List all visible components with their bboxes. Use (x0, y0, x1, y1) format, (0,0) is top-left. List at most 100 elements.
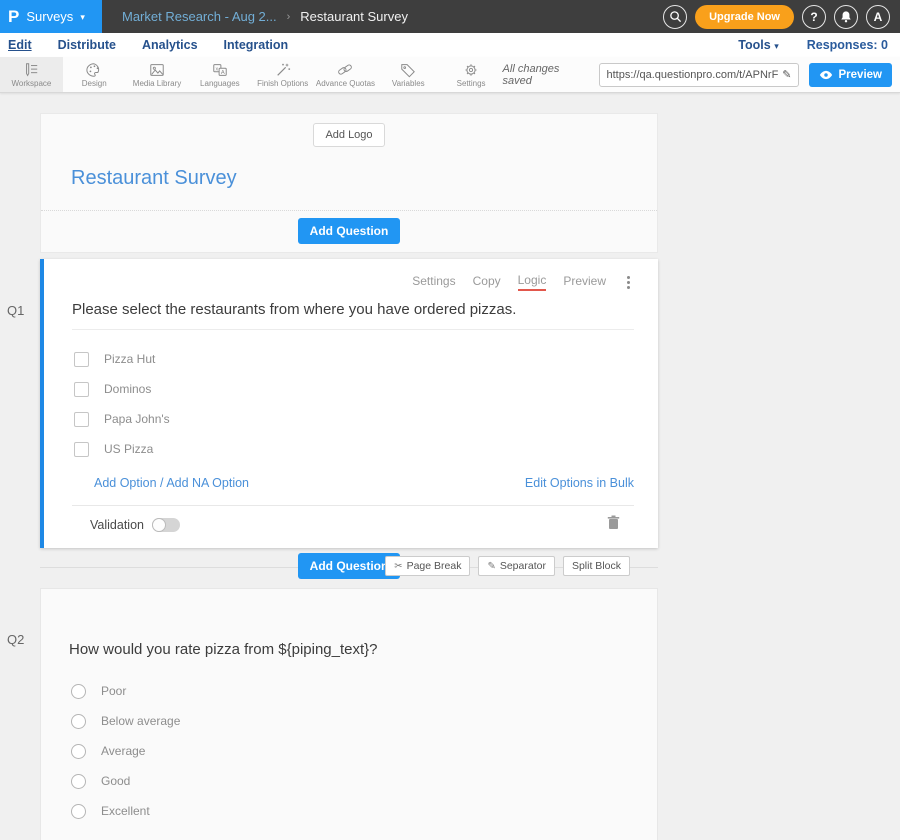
edit-url-icon[interactable]: ✎ (782, 68, 791, 81)
q1-preview-link[interactable]: Preview (563, 274, 606, 290)
q1-option-label[interactable]: Papa John's (104, 412, 170, 426)
toolbar-item-variables[interactable]: Variables (377, 57, 440, 92)
checkbox-icon[interactable] (74, 412, 89, 427)
toolbar-item-finish-options[interactable]: Finish Options (251, 57, 314, 92)
q2-option-row[interactable]: Average (71, 736, 633, 766)
bell-icon (840, 10, 852, 23)
q2-option-row[interactable]: Below average (71, 706, 633, 736)
toolbar-item-media-library[interactable]: Media Library (126, 57, 189, 92)
q2-option-label[interactable]: Average (101, 744, 145, 758)
separator-label: Separator (500, 560, 546, 572)
q1-option-row[interactable]: Papa John's (74, 404, 634, 434)
toolbar-label: Variables (392, 79, 425, 88)
q1-option-label[interactable]: US Pizza (104, 442, 153, 456)
add-option-link[interactable]: Add Option (94, 476, 157, 490)
delete-question-icon[interactable] (607, 515, 620, 535)
preview-label: Preview (839, 69, 882, 81)
q2-option-label[interactable]: Good (101, 774, 130, 788)
q1-logic-link[interactable]: Logic (518, 273, 547, 291)
radio-icon[interactable] (71, 714, 86, 729)
q1-more-options-icon[interactable] (623, 274, 634, 291)
q1-option-label[interactable]: Dominos (104, 382, 151, 396)
toolbar-item-settings[interactable]: Settings (440, 57, 503, 92)
q2-card[interactable]: How would you rate pizza from ${piping_t… (40, 588, 658, 840)
survey-canvas: Add Logo Restaurant Survey Add Question … (0, 93, 900, 840)
tools-menu[interactable]: Tools ▾ (738, 38, 778, 52)
survey-header-card: Add Logo Restaurant Survey Add Question (40, 113, 658, 253)
responses-count[interactable]: Responses: 0 (807, 38, 888, 52)
tab-integration[interactable]: Integration (224, 36, 289, 54)
q2-option-label[interactable]: Below average (101, 714, 180, 728)
question-number-q1: Q1 (7, 303, 24, 318)
checkbox-icon[interactable] (74, 442, 89, 457)
radio-icon[interactable] (71, 774, 86, 789)
page-break-button[interactable]: ✂ Page Break (385, 556, 470, 576)
tab-distribute[interactable]: Distribute (58, 36, 116, 54)
svg-text:A: A (221, 70, 225, 76)
toolbar-label: Advance Quotas (316, 79, 375, 88)
toolbar-item-advance-quotas[interactable]: Advance Quotas (314, 57, 377, 92)
chevron-down-icon: ▾ (774, 41, 779, 51)
magic-wand-icon (274, 62, 292, 78)
editor-toolbar: Workspace Design Media Library x A Langu… (0, 57, 900, 93)
checkbox-icon[interactable] (74, 382, 89, 397)
q2-option-row[interactable]: Excellent (71, 796, 633, 826)
radio-icon[interactable] (71, 744, 86, 759)
toolbar-item-design[interactable]: Design (63, 57, 126, 92)
validation-toggle[interactable] (152, 518, 180, 532)
q1-question-text[interactable]: Please select the restaurants from where… (72, 301, 634, 330)
toolbar-label: Settings (457, 79, 486, 88)
page-break-label: Page Break (407, 560, 462, 572)
q1-card[interactable]: Settings Copy Logic Preview Please selec… (40, 259, 658, 548)
notifications-button[interactable] (834, 5, 858, 29)
survey-nav: Edit Distribute Analytics Integration To… (0, 33, 900, 57)
languages-translate-icon: x A (211, 62, 229, 78)
add-logo-button[interactable]: Add Logo (313, 123, 384, 147)
tools-label: Tools (738, 38, 770, 52)
avatar[interactable]: A (866, 5, 890, 29)
q1-copy-link[interactable]: Copy (473, 274, 501, 290)
breadcrumb-separator-icon: › (287, 11, 291, 23)
tab-edit[interactable]: Edit (8, 36, 32, 54)
separator-button[interactable]: ✎ Separator (478, 556, 555, 576)
q2-option-row[interactable]: Good (71, 766, 633, 796)
product-switcher[interactable]: P Surveys ▾ (0, 0, 102, 33)
q1-option-row[interactable]: Dominos (74, 374, 634, 404)
q1-settings-link[interactable]: Settings (412, 274, 455, 290)
q1-option-label[interactable]: Pizza Hut (104, 352, 155, 366)
q2-option-label[interactable]: Excellent (101, 804, 150, 818)
radio-icon[interactable] (71, 804, 86, 819)
breadcrumb-parent[interactable]: Market Research - Aug 2... (122, 9, 277, 24)
link-separator: / (160, 476, 163, 490)
preview-button[interactable]: Preview (809, 63, 892, 87)
toolbar-label: Finish Options (257, 79, 308, 88)
q1-option-row[interactable]: Pizza Hut (74, 344, 634, 374)
workspace-icon (22, 62, 40, 78)
search-button[interactable] (663, 5, 687, 29)
toolbar-item-workspace[interactable]: Workspace (0, 57, 63, 92)
gear-icon (462, 62, 480, 78)
edit-options-in-bulk-link[interactable]: Edit Options in Bulk (525, 476, 634, 490)
q2-option-row[interactable]: Poor (71, 676, 633, 706)
toolbar-item-languages[interactable]: x A Languages (188, 57, 251, 92)
toolbar-label: Media Library (133, 79, 181, 88)
radio-icon[interactable] (71, 684, 86, 699)
tag-icon (399, 62, 417, 78)
add-na-option-link[interactable]: Add NA Option (166, 476, 249, 490)
split-block-button[interactable]: Split Block (563, 556, 630, 576)
q2-option-label[interactable]: Poor (101, 684, 126, 698)
add-question-button-top[interactable]: Add Question (298, 218, 401, 244)
media-image-icon (148, 62, 166, 78)
survey-title[interactable]: Restaurant Survey (71, 167, 657, 190)
save-status: All changes saved (503, 63, 590, 87)
q2-question-text[interactable]: How would you rate pizza from ${piping_t… (69, 641, 633, 658)
tab-analytics[interactable]: Analytics (142, 36, 198, 54)
design-palette-icon (85, 62, 103, 78)
survey-url-input[interactable] (606, 69, 778, 81)
breadcrumb: Market Research - Aug 2... › Restaurant … (122, 0, 408, 33)
checkbox-icon[interactable] (74, 352, 89, 367)
separator-icon: ✎ (487, 561, 495, 572)
q1-option-row[interactable]: US Pizza (74, 434, 634, 464)
upgrade-now-button[interactable]: Upgrade Now (695, 5, 794, 29)
help-button[interactable]: ? (802, 5, 826, 29)
